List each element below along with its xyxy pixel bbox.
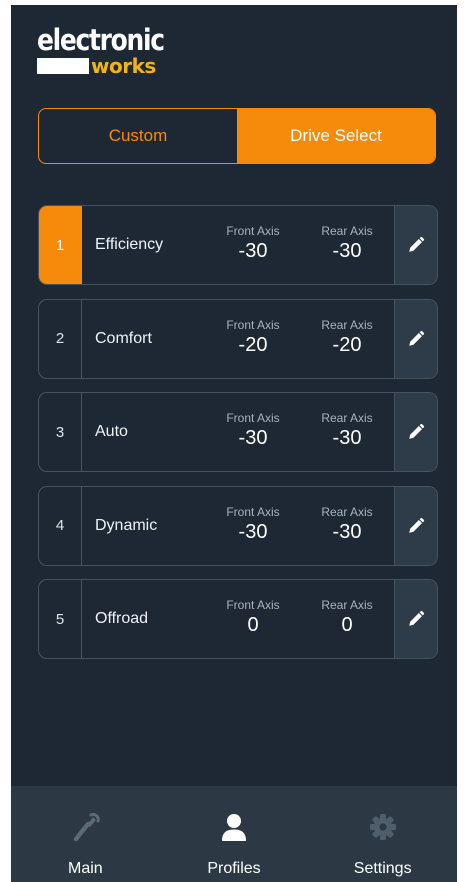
front-axis-label: Front Axis	[226, 411, 280, 425]
rear-axis-label: Rear Axis	[321, 504, 373, 519]
pencil-icon	[409, 423, 425, 439]
brand-line2: works	[91, 54, 156, 78]
front-axis-value: -30	[238, 427, 268, 449]
profile-name: Offroad	[95, 610, 149, 627]
front-axis: Front Axis -30	[213, 505, 293, 544]
app-screen: electronic works Custom Drive Select 1 E…	[11, 5, 457, 882]
custom-tab[interactable]: Custom	[39, 109, 237, 163]
profile-number: 2	[39, 299, 82, 378]
front-axis: Front Axis 0	[213, 598, 293, 637]
wrench-icon	[70, 810, 101, 844]
rear-axis-value: -30	[332, 240, 362, 262]
rear-axis-label: Rear Axis	[321, 411, 373, 425]
rear-axis: Rear Axis -30	[307, 224, 387, 263]
front-axis-value: -30	[238, 520, 268, 543]
front-axis-label: Front Axis	[226, 224, 280, 238]
logo-redaction	[37, 58, 89, 74]
edit-profile-button[interactable]	[394, 486, 437, 565]
brand-logo: electronic works	[37, 25, 184, 77]
rear-axis-label: Rear Axis	[321, 598, 373, 612]
profile-number: 1	[39, 206, 82, 284]
edit-profile-button[interactable]	[394, 393, 437, 471]
rear-axis-label: Rear Axis	[321, 224, 373, 238]
profile-name: Dynamic	[95, 516, 158, 534]
front-axis: Front Axis -30	[213, 224, 293, 263]
rear-axis-value: -30	[332, 520, 362, 543]
profile-card[interactable]: 4 Dynamic Front Axis -30 Rear Axis -30	[38, 485, 438, 566]
rear-axis-value: -20	[332, 333, 362, 356]
rear-axis: Rear Axis -30	[307, 505, 387, 544]
rear-axis: Rear Axis -30	[307, 411, 387, 450]
front-axis-value: -30	[238, 240, 268, 262]
rear-axis-value: 0	[341, 614, 353, 636]
brand-line2-row: works	[37, 55, 184, 77]
bottom-navigation: Main Profiles Settings	[11, 786, 457, 882]
rear-axis-value: -30	[332, 427, 362, 449]
nav-main-label: Main	[67, 860, 103, 877]
front-axis: Front Axis -20	[213, 318, 293, 357]
front-axis-label: Front Axis	[226, 317, 280, 332]
pencil-icon	[409, 610, 425, 626]
nav-settings-label: Settings	[353, 860, 412, 877]
pencil-icon	[409, 330, 425, 346]
nav-profiles-label: Profiles	[207, 860, 261, 877]
edit-profile-button[interactable]	[394, 299, 437, 378]
nav-profiles[interactable]: Profiles	[160, 786, 309, 882]
edit-profile-button[interactable]	[394, 580, 437, 658]
profile-card[interactable]: 5 Offroad Front Axis 0 Rear Axis 0	[38, 579, 438, 659]
rear-axis-label: Rear Axis	[321, 317, 373, 332]
profile-card[interactable]: 1 Efficiency Front Axis -30 Rear Axis -3…	[38, 205, 438, 285]
profile-name: Comfort	[95, 329, 152, 347]
edit-profile-button[interactable]	[394, 206, 437, 284]
front-axis-value: 0	[247, 614, 259, 636]
front-axis-label: Front Axis	[226, 504, 280, 519]
mode-segmented-control: Custom Drive Select	[38, 108, 436, 164]
profile-card[interactable]: 3 Auto Front Axis -30 Rear Axis -30	[38, 392, 438, 472]
pencil-icon	[409, 517, 425, 533]
brand-line1: electronic	[37, 23, 165, 57]
front-axis: Front Axis -30	[213, 411, 293, 450]
front-axis-value: -20	[238, 333, 268, 356]
pencil-icon	[409, 236, 425, 252]
profile-card[interactable]: 2 Comfort Front Axis -20 Rear Axis -20	[38, 298, 438, 379]
profile-name: Auto	[95, 423, 128, 440]
profile-number: 3	[39, 393, 82, 471]
nav-settings[interactable]: Settings	[308, 786, 457, 882]
rear-axis: Rear Axis 0	[307, 598, 387, 637]
drive-select-tab[interactable]: Drive Select	[237, 109, 435, 163]
profile-number: 5	[39, 580, 82, 658]
nav-main[interactable]: Main	[11, 786, 160, 882]
user-icon	[220, 810, 248, 844]
profile-number: 4	[39, 486, 82, 565]
rear-axis: Rear Axis -20	[307, 318, 387, 357]
profile-name: Efficiency	[95, 236, 164, 253]
gear-icon	[369, 810, 397, 844]
front-axis-label: Front Axis	[226, 598, 280, 612]
profile-list: 1 Efficiency Front Axis -30 Rear Axis -3…	[38, 205, 438, 673]
